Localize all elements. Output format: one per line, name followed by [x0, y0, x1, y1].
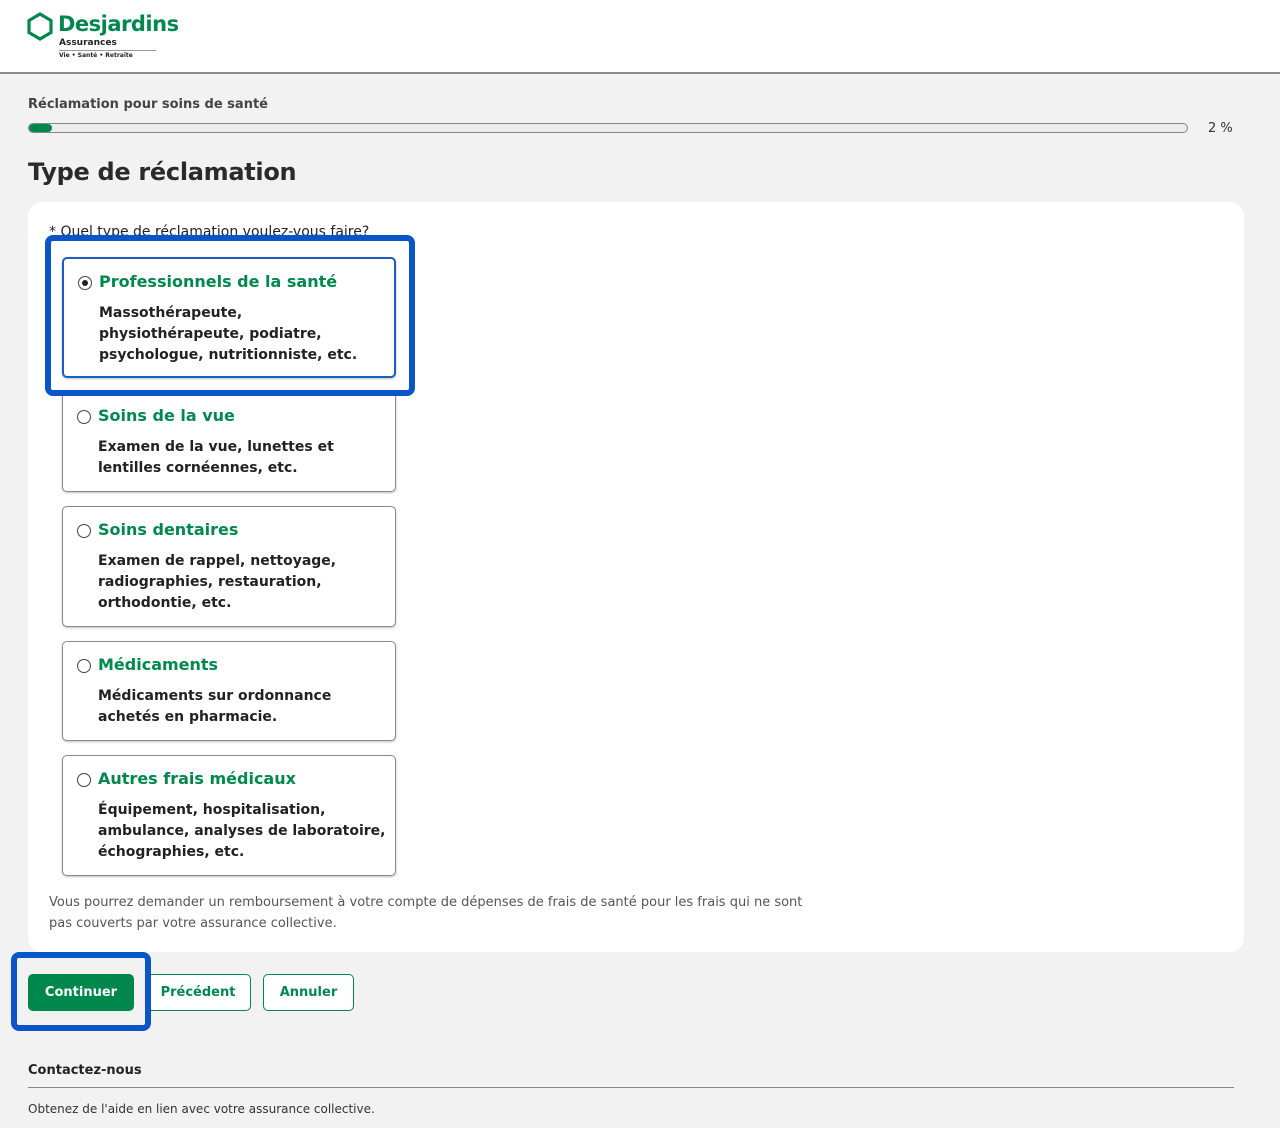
logo-subtitle: Assurances [59, 38, 117, 48]
logo-divider [59, 50, 156, 51]
logo-tagline: Vie • Santé • Retraite [59, 52, 133, 59]
page-title: Type de réclamation [28, 158, 297, 186]
logo-name: Desjardins [58, 12, 179, 36]
desjardins-logo[interactable]: Desjardins Assurances Vie • Santé • Retr… [27, 11, 179, 63]
option-description: Examen de rappel, nettoyage, radiographi… [98, 553, 337, 611]
progress-fill [29, 124, 53, 132]
radio-button[interactable] [78, 276, 92, 290]
radio-button[interactable] [77, 659, 91, 673]
option-description: Examen de la vue, lunettes et lentilles … [98, 439, 334, 476]
previous-button[interactable]: Précédent [145, 974, 251, 1011]
option-professionnels-sante[interactable]: Professionnels de la santé Massothérapeu… [62, 257, 396, 378]
option-medicaments[interactable]: Médicaments Médicaments sur ordonnance a… [62, 641, 396, 741]
progress-bar [28, 123, 1188, 133]
footer-divider [28, 1087, 1234, 1088]
contact-title: Contactez-nous [28, 1063, 142, 1078]
footnote: Vous pourrez demander un remboursement à… [49, 895, 803, 931]
hexagon-logo-icon [27, 12, 53, 41]
question-label: * Quel type de réclamation voulez-vous f… [49, 224, 370, 240]
radio-selected-dot [81, 279, 88, 286]
option-description: Médicaments sur ordonnance achetés en ph… [98, 688, 332, 725]
option-title: Autres frais médicaux [98, 769, 296, 788]
option-title: Médicaments [98, 655, 219, 674]
option-description: Massothérapeute, physiothérapeute, podia… [99, 305, 358, 363]
radio-button[interactable] [77, 773, 91, 787]
progress-label: Réclamation pour soins de santé [28, 97, 268, 112]
option-autres-frais[interactable]: Autres frais médicaux Équipement, hospit… [62, 755, 396, 876]
continue-button[interactable]: Continuer [28, 974, 134, 1011]
contact-text: Obtenez de l'aide en lien avec votre ass… [28, 1102, 375, 1116]
option-soins-dentaires[interactable]: Soins dentaires Examen de rappel, nettoy… [62, 506, 396, 627]
option-soins-vue[interactable]: Soins de la vue Examen de la vue, lunett… [62, 392, 396, 492]
option-description: Équipement, hospitalisation, ambulance, … [98, 802, 386, 860]
option-title: Professionnels de la santé [99, 272, 338, 291]
cancel-button[interactable]: Annuler [263, 974, 354, 1011]
radio-button[interactable] [77, 524, 91, 538]
top-bar: Desjardins Assurances Vie • Santé • Retr… [0, 0, 1280, 74]
option-title: Soins de la vue [98, 406, 235, 425]
option-title: Soins dentaires [98, 520, 239, 539]
progress-percent: 2 % [1208, 121, 1233, 136]
radio-button[interactable] [77, 410, 91, 424]
